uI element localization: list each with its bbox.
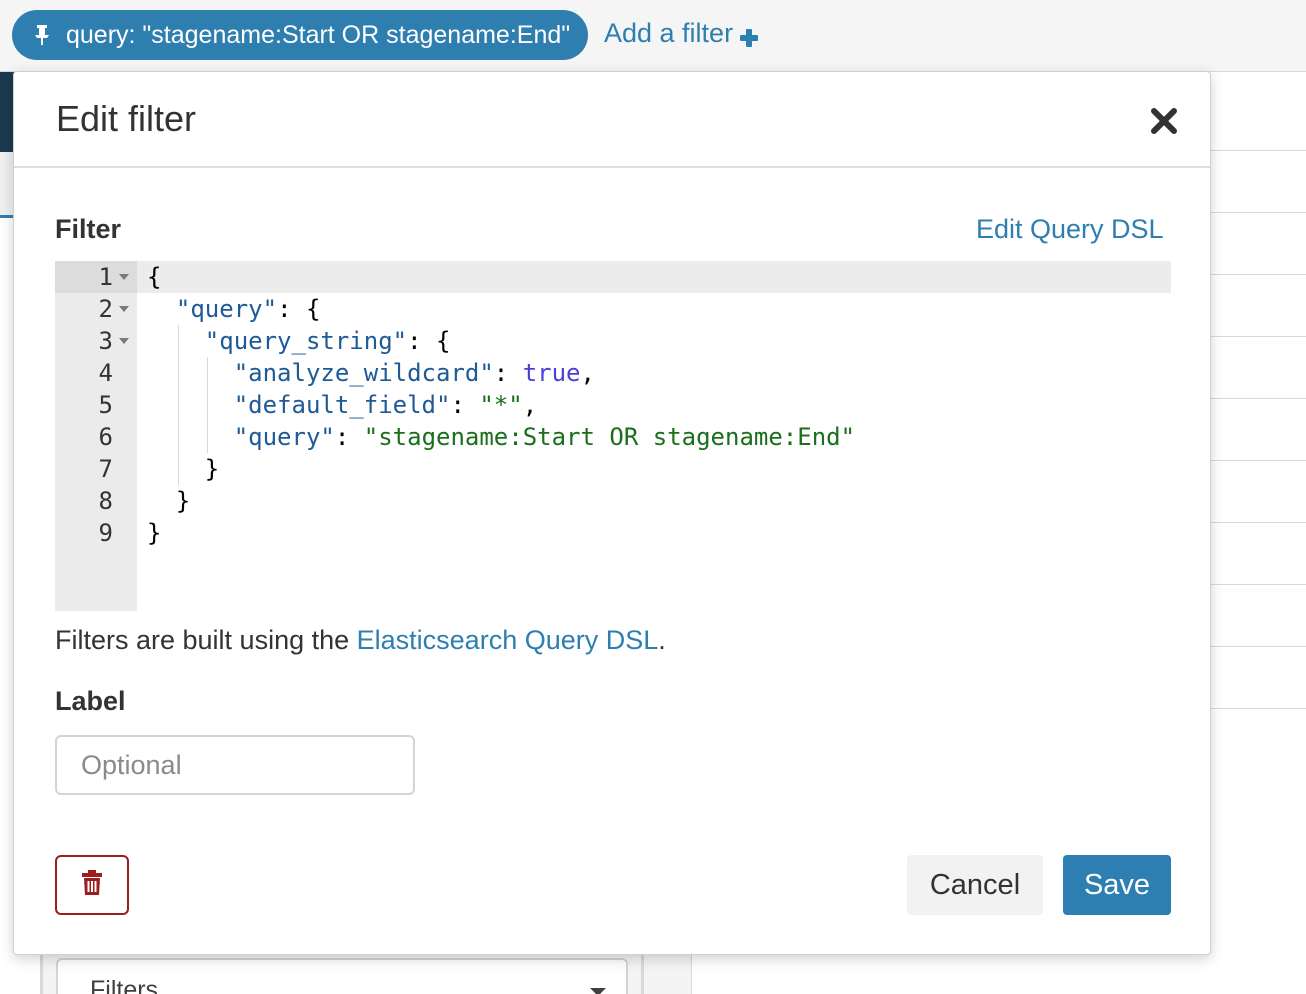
line-number: 8 — [55, 485, 137, 517]
line-number-text: 3 — [98, 327, 113, 355]
line-number: 7 — [55, 453, 137, 485]
close-icon[interactable] — [1149, 106, 1179, 136]
code-line: } — [147, 453, 219, 485]
fold-arrow-icon[interactable] — [119, 306, 129, 312]
code-line: } — [147, 485, 190, 517]
code-token: "analyze_wildcard" — [233, 359, 494, 387]
code-line: "analyze_wildcard": true, — [147, 357, 595, 389]
code-token: } — [147, 487, 191, 515]
line-number-gutter: 1 2 3 4 5 6 7 8 9 — [55, 261, 137, 611]
trash-icon — [81, 869, 103, 901]
line-number: 5 — [55, 389, 137, 421]
code-line: { — [147, 261, 161, 293]
filter-pill-label: query: "stagename:Start OR stagename:End… — [66, 20, 571, 49]
label-input[interactable] — [55, 735, 415, 795]
filters-select[interactable]: Filters — [56, 958, 628, 994]
line-number-text: 1 — [98, 263, 113, 291]
code-token: "query_string" — [204, 327, 408, 355]
line-number: 3 — [55, 325, 137, 357]
code-token: true — [522, 359, 581, 387]
background-divider-panel — [644, 954, 692, 994]
background-tab-strip — [0, 152, 14, 218]
add-filter-link[interactable]: Add a filter — [604, 18, 759, 49]
fold-arrow-icon[interactable] — [119, 274, 129, 280]
filter-bar: query: "stagename:Start OR stagename:End… — [0, 0, 1306, 72]
row-divider — [1210, 460, 1306, 461]
modal-title: Edit filter — [56, 98, 197, 139]
code-token: { — [147, 263, 162, 291]
filters-select-value: Filters — [90, 976, 159, 994]
code-line: "query": "stagename:Start OR stagename:E… — [147, 421, 855, 453]
row-divider — [1210, 708, 1306, 709]
edit-filter-modal: Edit filter Filter Edit Query DSL 1 2 3 4 5 6… — [13, 71, 1211, 955]
code-token: "default_field" — [233, 391, 451, 419]
row-divider — [1210, 584, 1306, 585]
code-token: "stagename:Start OR stagename:End" — [363, 423, 856, 451]
add-filter-label: Add a filter — [604, 18, 734, 48]
delete-filter-button[interactable] — [55, 855, 129, 915]
line-number-text: 7 — [98, 455, 113, 483]
code-token: : { — [407, 327, 451, 355]
line-number: 4 — [55, 357, 137, 389]
code-token: : { — [277, 295, 321, 323]
background-nav-strip — [0, 72, 14, 152]
line-number: 1 — [55, 261, 137, 293]
help-text-prefix: Filters are built using the — [55, 625, 357, 655]
row-divider — [1210, 522, 1306, 523]
row-divider — [1210, 398, 1306, 399]
row-divider — [1210, 212, 1306, 213]
row-divider — [1210, 646, 1306, 647]
row-divider — [1210, 274, 1306, 275]
code-token: , — [522, 391, 538, 419]
filter-section-label: Filter — [55, 214, 122, 244]
save-button[interactable]: Save — [1063, 855, 1171, 915]
elasticsearch-query-dsl-link[interactable]: Elasticsearch Query DSL — [357, 625, 659, 655]
code-token: , — [580, 359, 595, 387]
edit-query-dsl-link[interactable]: Edit Query DSL — [976, 214, 1164, 245]
line-number-text: 6 — [98, 423, 113, 451]
line-number: 6 — [55, 421, 137, 453]
code-line: } — [147, 517, 161, 549]
line-number: 9 — [55, 517, 137, 549]
row-divider — [1210, 150, 1306, 151]
line-number-text: 8 — [98, 487, 113, 515]
line-number: 2 — [55, 293, 137, 325]
plus-icon — [739, 24, 759, 47]
row-divider — [1210, 336, 1306, 337]
active-line-highlight — [137, 261, 1171, 293]
line-number-text: 9 — [98, 519, 113, 547]
code-token: } — [147, 455, 220, 483]
modal-header: Edit filter — [14, 72, 1210, 168]
code-token: "query" — [233, 423, 335, 451]
line-number-text: 4 — [98, 359, 113, 387]
code-token: : — [493, 359, 523, 387]
chevron-down-icon — [590, 988, 606, 994]
code-line: "default_field": "*", — [147, 389, 537, 421]
code-line: "query_string": { — [147, 325, 451, 357]
query-code-editor[interactable]: 123456789 { "query": { "query_string": {… — [55, 261, 1171, 611]
fold-arrow-icon[interactable] — [119, 338, 129, 344]
filter-pill[interactable]: query: "stagename:Start OR stagename:End… — [12, 10, 589, 60]
code-token: "query" — [175, 295, 278, 323]
cancel-button[interactable]: Cancel — [907, 855, 1043, 915]
pin-icon[interactable] — [32, 24, 52, 46]
code-token: : — [334, 423, 364, 451]
line-number-text: 5 — [98, 391, 113, 419]
code-token: "*" — [479, 391, 523, 419]
code-token: } — [147, 519, 162, 547]
code-line: "query": { — [147, 293, 321, 325]
help-text: Filters are built using the Elasticsearc… — [55, 625, 666, 656]
label-section-label: Label — [55, 686, 126, 716]
help-text-suffix: . — [658, 625, 666, 655]
background-right-pane — [1210, 72, 1306, 994]
code-token: : — [450, 391, 480, 419]
line-number-text: 2 — [98, 295, 113, 323]
